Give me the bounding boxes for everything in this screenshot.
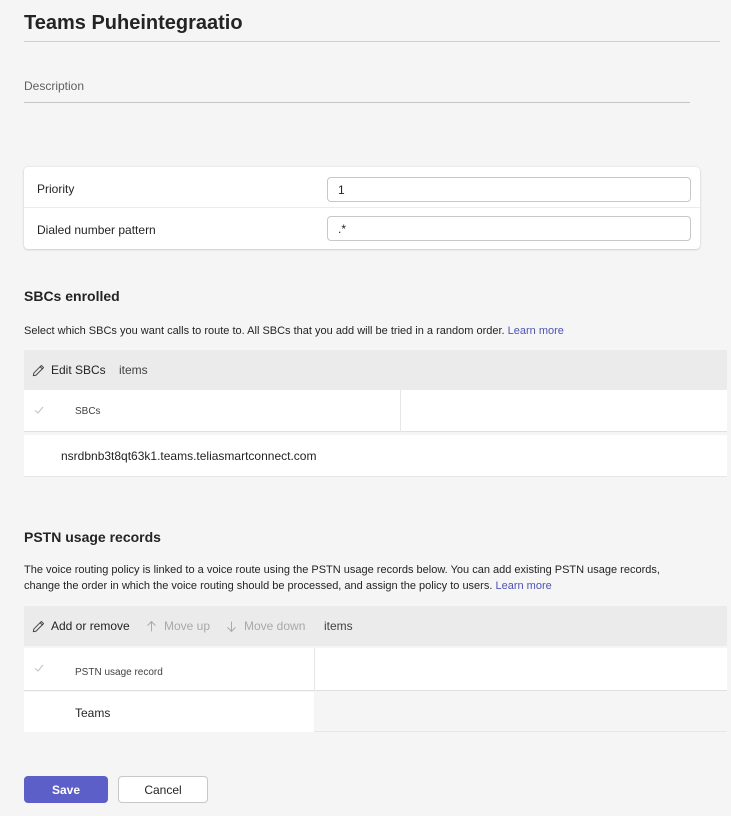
sbcs-toolbar: Edit SBCs items bbox=[24, 350, 727, 390]
sbcs-section-title: SBCs enrolled bbox=[24, 288, 120, 304]
pstn-table: Add or remove Move up Move down items PS… bbox=[24, 606, 727, 740]
table-row[interactable]: Teams bbox=[24, 692, 314, 732]
priority-input[interactable] bbox=[327, 177, 691, 202]
pstn-section-title: PSTN usage records bbox=[24, 529, 161, 545]
cancel-button[interactable]: Cancel bbox=[118, 776, 208, 803]
save-button[interactable]: Save bbox=[24, 776, 108, 803]
pattern-label: Dialed number pattern bbox=[37, 223, 156, 237]
pstn-description-line2-text: change the order in which the voice rout… bbox=[24, 580, 493, 592]
add-remove-label: Add or remove bbox=[51, 619, 130, 633]
table-row[interactable]: nsrdbnb3t8qt63k1.teams.teliasmartconnect… bbox=[24, 435, 727, 477]
pstn-toolbar: Add or remove Move up Move down items bbox=[24, 606, 727, 646]
column-divider bbox=[314, 648, 315, 691]
description-underline bbox=[24, 102, 690, 103]
pencil-icon bbox=[32, 364, 45, 376]
arrow-down-icon bbox=[227, 621, 236, 632]
priority-row: Priority bbox=[24, 167, 700, 208]
title-divider bbox=[24, 41, 720, 42]
arrow-up-icon bbox=[147, 620, 156, 631]
move-up-button[interactable]: Move up bbox=[145, 619, 210, 633]
checkmark-icon[interactable] bbox=[33, 662, 45, 674]
pstn-description-line1: The voice routing policy is linked to a … bbox=[24, 564, 660, 576]
sbcs-description-text: Select which SBCs you want calls to rout… bbox=[24, 325, 505, 337]
move-down-button[interactable]: Move down bbox=[225, 619, 305, 633]
priority-label: Priority bbox=[37, 182, 75, 196]
settings-card: Priority Dialed number pattern bbox=[24, 167, 700, 249]
sbcs-description: Select which SBCs you want calls to rout… bbox=[24, 323, 564, 339]
add-remove-button[interactable]: Add or remove bbox=[32, 619, 130, 633]
sbcs-table: Edit SBCs items SBCs nsrdbnb3t8qt63k1.te… bbox=[24, 350, 727, 478]
move-up-label: Move up bbox=[164, 619, 211, 633]
move-down-label: Move down bbox=[244, 619, 306, 633]
pattern-input[interactable] bbox=[327, 216, 691, 241]
sbcs-column-header[interactable]: SBCs bbox=[75, 406, 101, 417]
page: Teams Puheintegraatio Description Priori… bbox=[0, 0, 731, 816]
pstn-items-count: items bbox=[324, 619, 353, 633]
sbc-name: nsrdbnb3t8qt63k1.teams.teliasmartconnect… bbox=[61, 449, 317, 463]
pencil-icon bbox=[32, 620, 45, 632]
sbcs-table-header: SBCs bbox=[24, 390, 727, 432]
column-divider bbox=[400, 390, 401, 432]
description-field[interactable]: Description bbox=[24, 79, 84, 93]
sbcs-items-count: items bbox=[119, 363, 148, 377]
page-title: Teams Puheintegraatio bbox=[24, 12, 243, 34]
edit-sbcs-button[interactable]: Edit SBCs bbox=[32, 363, 106, 377]
pstn-record-name: Teams bbox=[75, 706, 111, 720]
pstn-description-line2: change the order in which the voice rout… bbox=[24, 578, 660, 594]
pstn-table-header: PSTN usage record bbox=[24, 648, 727, 691]
pstn-description: The voice routing policy is linked to a … bbox=[24, 562, 660, 594]
pstn-learn-more-link[interactable]: Learn more bbox=[495, 580, 551, 592]
pstn-column-header[interactable]: PSTN usage record bbox=[75, 667, 163, 678]
checkmark-icon[interactable] bbox=[33, 404, 45, 416]
sbcs-learn-more-link[interactable]: Learn more bbox=[508, 325, 564, 337]
pattern-row: Dialed number pattern bbox=[24, 208, 700, 249]
edit-sbcs-label: Edit SBCs bbox=[51, 363, 106, 377]
row-divider bbox=[314, 731, 727, 732]
